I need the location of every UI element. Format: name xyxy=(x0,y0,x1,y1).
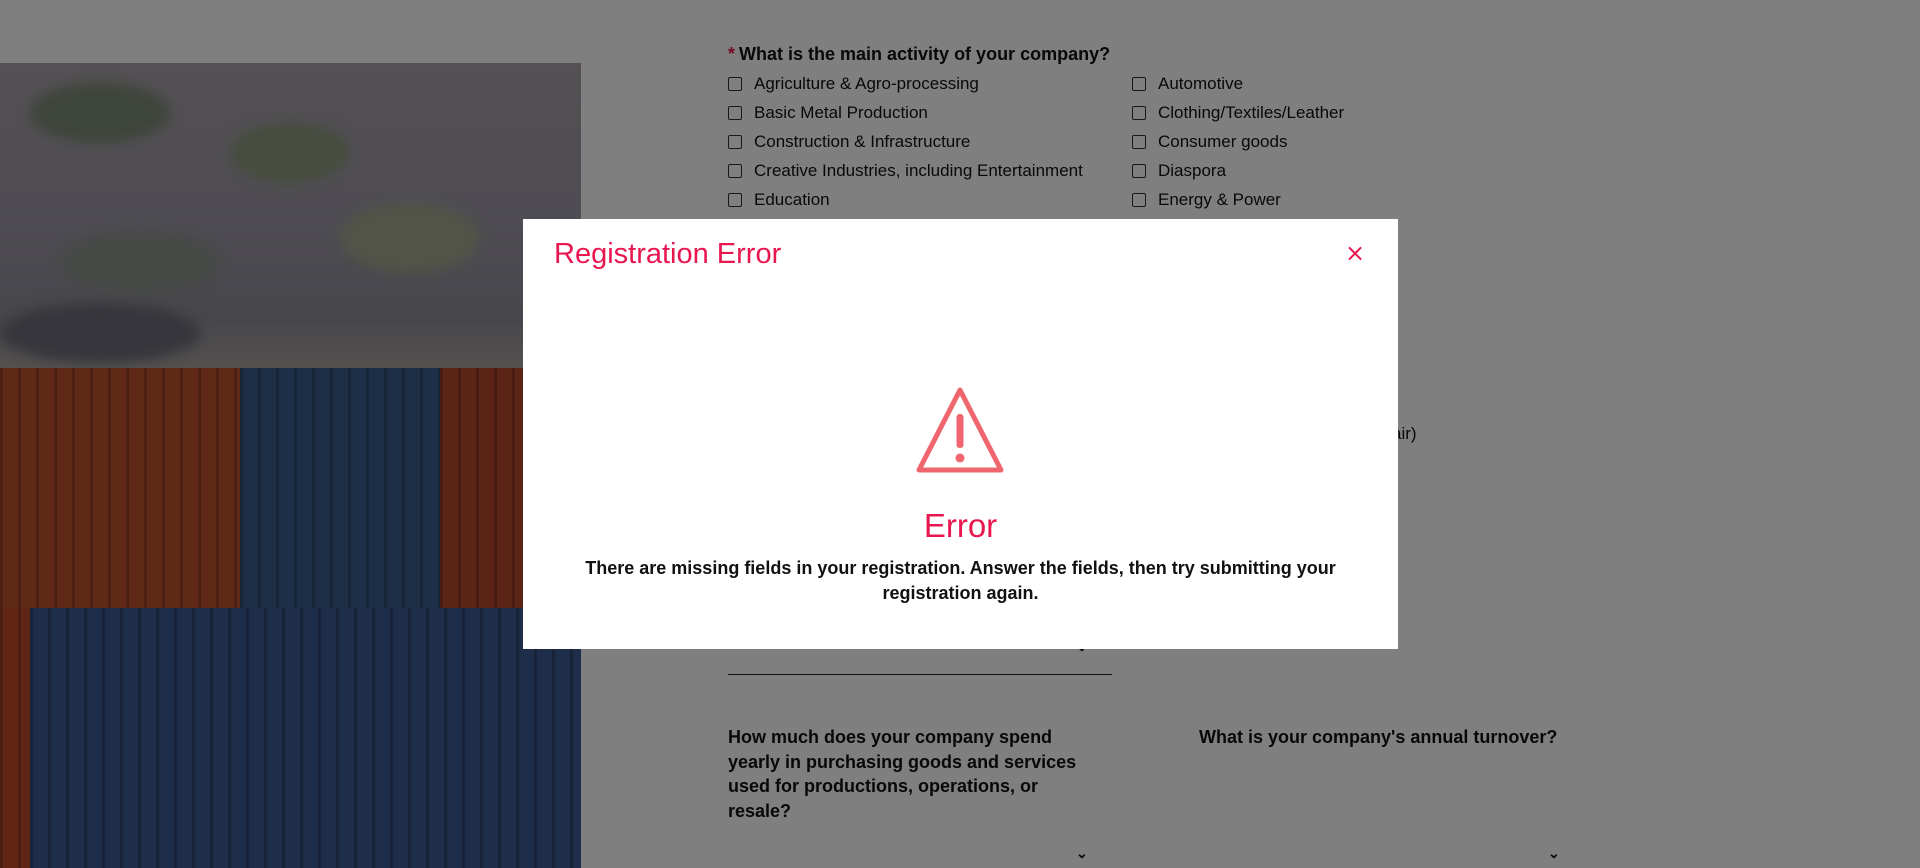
error-message: There are missing fields in your registr… xyxy=(585,558,1336,603)
close-button[interactable]: × xyxy=(1343,241,1367,265)
error-heading: Error xyxy=(923,507,998,544)
modal-title: Registration Error xyxy=(554,238,782,270)
registration-error-modal: Registration Error × Error There are mis… xyxy=(523,219,1398,649)
warning-triangle-icon xyxy=(916,387,1004,473)
